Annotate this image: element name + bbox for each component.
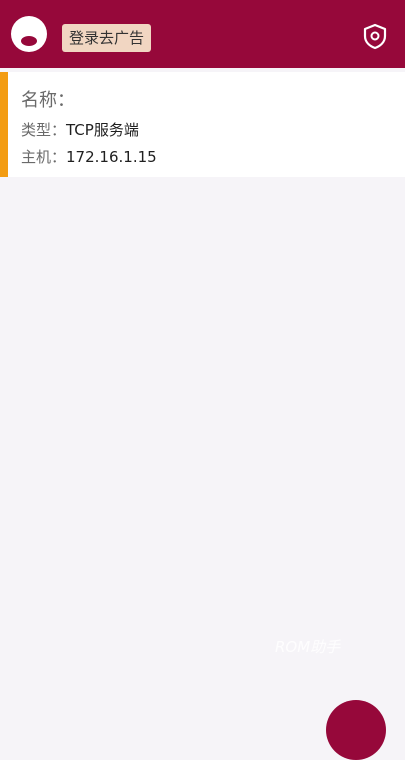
type-label: 类型： — [21, 121, 67, 139]
connection-host-row: 主机：172.16.1.15 — [21, 146, 157, 167]
watermark-text: ROM助手 — [275, 638, 341, 656]
remove-ads-login-button[interactable]: 登录去广告 — [62, 24, 152, 52]
connection-type-row: 类型：TCP服务端 — [21, 119, 139, 140]
shield-icon[interactable] — [361, 22, 389, 50]
connection-card[interactable]: 名称： 类型：TCP服务端 主机：172.16.1.15 — [0, 72, 405, 177]
add-connection-fab[interactable] — [326, 700, 386, 760]
type-value: TCP服务端 — [66, 121, 139, 139]
app-bar: 登录去广告 — [0, 0, 405, 68]
host-label: 主机： — [21, 148, 67, 166]
card-accent-bar — [0, 72, 8, 177]
card-content: 名称： 类型：TCP服务端 主机：172.16.1.15 — [21, 72, 158, 177]
host-value: 172.16.1.15 — [66, 148, 157, 166]
avatar-icon[interactable] — [11, 16, 47, 52]
connection-name-row: 名称： — [21, 86, 75, 112]
name-label: 名称： — [21, 90, 75, 111]
